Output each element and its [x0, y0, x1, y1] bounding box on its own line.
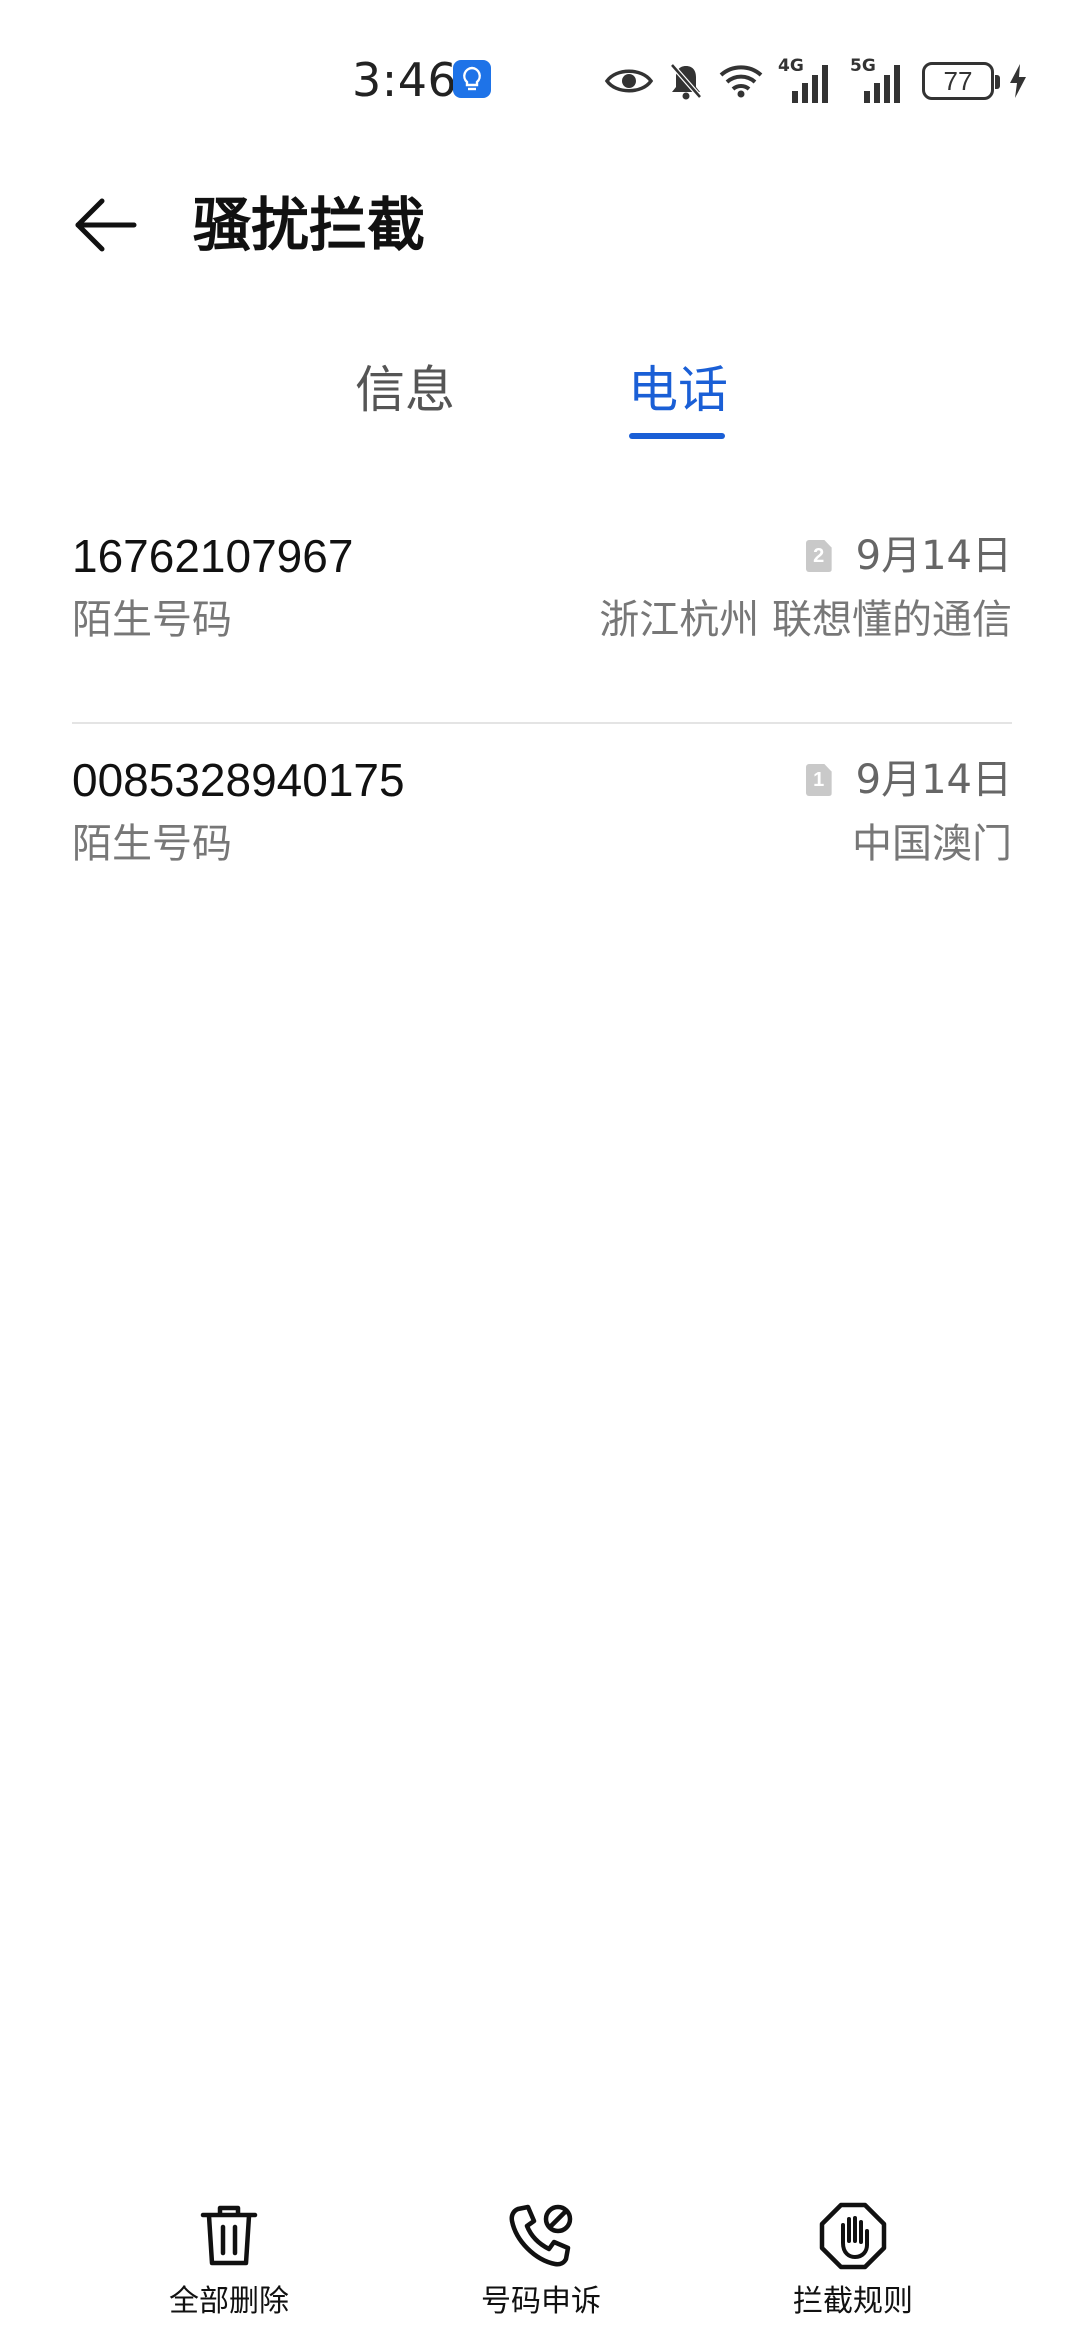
charging-icon: [1008, 62, 1028, 100]
call-date: 9月14日: [855, 533, 1012, 579]
delete-all-button[interactable]: 全部删除: [109, 2198, 349, 2338]
header: 骚扰拦截: [0, 160, 1080, 290]
tab-calls[interactable]: 电话: [578, 340, 778, 440]
bottom-toolbar: 全部删除 号码申诉 拦截规则: [0, 2180, 1080, 2340]
tab-messages[interactable]: 信息: [305, 340, 505, 440]
wifi-icon: [718, 63, 764, 99]
back-button[interactable]: [60, 180, 150, 270]
call-item[interactable]: 16762107967 陌生号码 2 9月14日 浙江杭州 联想懂的通信: [72, 500, 1012, 724]
page-title: 骚扰拦截: [193, 191, 426, 259]
lightbulb-icon: [453, 60, 491, 98]
status-time: 3:46: [352, 53, 458, 107]
tab-bar: 信息 电话: [0, 340, 1080, 450]
call-type: 陌生号码: [72, 821, 232, 867]
trash-icon: [191, 2198, 267, 2274]
bell-muted-icon: [668, 61, 704, 101]
block-rules-label: 拦截规则: [793, 2284, 913, 2319]
call-location: 中国澳门: [852, 821, 1012, 867]
eye-icon: [604, 65, 654, 97]
arrow-left-icon: [75, 198, 137, 252]
tab-indicator: [629, 433, 725, 439]
number-appeal-label: 号码申诉: [481, 2284, 601, 2319]
sim-card-icon: 1: [805, 764, 832, 796]
call-date: 9月14日: [855, 757, 1012, 803]
call-location: 浙江杭州 联想懂的通信: [599, 597, 1012, 643]
number-appeal-button[interactable]: 号码申诉: [421, 2198, 661, 2338]
sim-card-icon: 2: [805, 540, 832, 572]
blocked-calls-list: 16762107967 陌生号码 2 9月14日 浙江杭州 联想懂的通信 008…: [72, 500, 1012, 948]
signal-5g-icon: 5G: [850, 57, 908, 105]
status-bar: 3:46 4G 5G 77: [0, 0, 1080, 150]
call-number: 16762107967: [72, 530, 354, 582]
delete-all-label: 全部删除: [169, 2284, 289, 2319]
status-icons: 4G 5G 77: [604, 52, 1028, 110]
phone-blocked-icon: [503, 2198, 579, 2274]
call-number: 0085328940175: [72, 754, 405, 806]
call-item[interactable]: 0085328940175 陌生号码 1 9月14日 中国澳门: [72, 724, 1012, 948]
battery-icon: 77: [922, 62, 1000, 100]
signal-4g-icon: 4G: [778, 57, 836, 105]
call-type: 陌生号码: [72, 597, 232, 643]
hand-stop-icon: [815, 2198, 891, 2274]
block-rules-button[interactable]: 拦截规则: [733, 2198, 973, 2338]
